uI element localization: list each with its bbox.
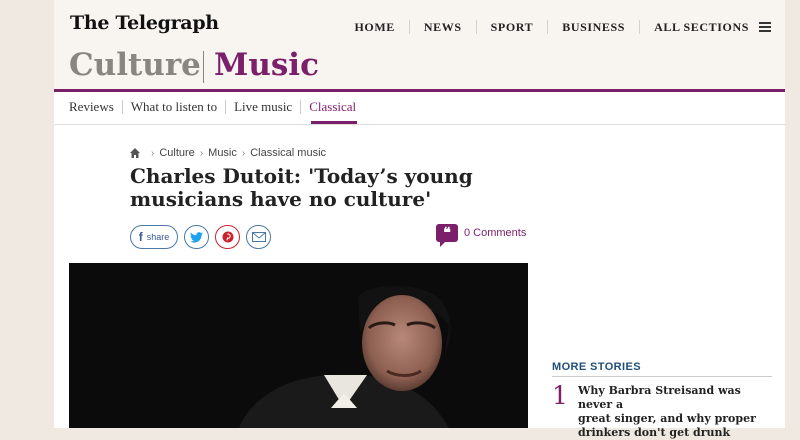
twitter-icon — [190, 231, 203, 243]
comments-link[interactable]: ❝ 0 Comments — [436, 224, 527, 247]
facebook-share-button[interactable]: f share — [130, 225, 178, 249]
share-label: share — [146, 232, 170, 242]
email-icon — [251, 232, 266, 242]
article-photo[interactable] — [69, 263, 528, 428]
breadcrumb-separator-icon: › — [151, 147, 155, 159]
page: The Telegraph HOME NEWS SPORT BUSINESS A… — [54, 0, 785, 439]
headline-line-1: Charles Dutoit: 'Today’s young — [130, 164, 473, 188]
more-stories-heading: MORE STORIES — [552, 361, 641, 373]
subnav-divider — [54, 124, 785, 125]
breadcrumb: › Culture › Music › Classical music — [130, 147, 326, 159]
comments-count: 0 Comments — [464, 227, 527, 239]
breadcrumb-culture[interactable]: Culture — [159, 147, 194, 159]
breadcrumb-separator-icon: › — [199, 147, 204, 159]
pinterest-share-button[interactable] — [215, 225, 240, 249]
pinterest-icon — [222, 231, 233, 243]
telegraph-logo[interactable]: The Telegraph — [70, 12, 219, 34]
section-divider — [203, 51, 204, 83]
section-rule — [54, 89, 785, 92]
article-headline: Charles Dutoit: 'Today’s young musicians… — [130, 165, 490, 211]
sub-nav: Reviews What to listen to Live music Cla… — [69, 100, 364, 114]
nav-item-news[interactable]: NEWS — [408, 20, 476, 34]
breadcrumb-classical-music[interactable]: Classical music — [250, 147, 326, 159]
story-title[interactable]: Why Barbra Streisand was never a great s… — [578, 384, 774, 440]
twitter-share-button[interactable] — [184, 225, 209, 249]
subnav-item-what-to-listen-to[interactable]: What to listen to — [121, 100, 225, 114]
nav-item-all-sections[interactable]: ALL SECTIONS — [639, 20, 753, 34]
breadcrumb-separator-icon: › — [241, 147, 246, 159]
home-icon[interactable] — [130, 148, 140, 158]
section-parent-link[interactable]: Culture — [69, 47, 201, 83]
section-title[interactable]: Music — [214, 47, 319, 83]
hamburger-icon[interactable] — [759, 22, 771, 32]
top-bar: The Telegraph HOME NEWS SPORT BUSINESS A… — [54, 0, 785, 45]
facebook-icon: f — [138, 230, 143, 244]
story-title-line-1: Why Barbra Streisand was never a — [578, 384, 741, 411]
comment-bubble-icon: ❝ — [436, 224, 458, 247]
breadcrumb-music[interactable]: Music — [208, 147, 237, 159]
more-stories-divider — [552, 376, 772, 377]
story-title-line-2: great singer, and why proper — [578, 412, 756, 425]
story-number: 1 — [552, 381, 568, 410]
share-bar: f share — [130, 225, 277, 249]
main-nav: HOME NEWS SPORT BUSINESS ALL SECTIONS — [341, 20, 771, 34]
subnav-item-live-music[interactable]: Live music — [225, 100, 300, 114]
email-share-button[interactable] — [246, 225, 271, 249]
headline-line-2: musicians have no culture' — [130, 187, 432, 211]
subnav-item-classical[interactable]: Classical — [300, 100, 364, 114]
nav-item-business[interactable]: BUSINESS — [547, 20, 639, 34]
conductor-photo-illustration — [69, 263, 528, 428]
subnav-item-reviews[interactable]: Reviews — [69, 100, 122, 114]
section-header: Culture Music — [54, 45, 785, 89]
nav-item-home[interactable]: HOME — [341, 20, 409, 34]
nav-item-sport[interactable]: SPORT — [475, 20, 548, 34]
